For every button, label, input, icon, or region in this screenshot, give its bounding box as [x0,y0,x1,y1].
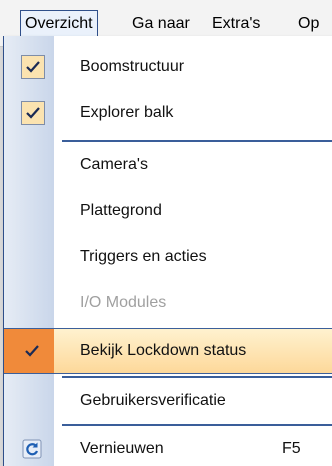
menubar-ga-naar[interactable]: Ga naar [128,12,194,36]
checkmark-icon [21,101,45,125]
menu-item-explorer-balk[interactable]: Explorer balk [4,92,332,134]
menu-item-label: Gebruikersverificatie [80,392,226,409]
menu-item-vernieuwen[interactable]: Vernieuwen F5 [4,428,332,466]
menubar-overzicht[interactable]: Overzicht [20,10,98,37]
menu-item-label: Boomstructuur [80,58,185,75]
menu-item-boomstructuur[interactable]: Boomstructuur [4,46,332,88]
menu-item-shortcut: F5 [282,440,301,457]
menu-item-label: Triggers en acties [80,248,207,265]
menubar-extras-label: Extra's [212,15,261,32]
menu-separator [62,140,332,142]
menu-item-io-modules: I/O Modules [4,282,332,324]
menubar-extras[interactable]: Extra's [208,12,264,36]
menu-item-label: Explorer balk [80,104,174,121]
menubar-ga-naar-label: Ga naar [132,15,190,32]
menu-item-label: I/O Modules [80,294,167,311]
menu-item-cameras[interactable]: Camera's [4,144,332,186]
menu-separator [62,424,332,426]
menu-item-plattegrond[interactable]: Plattegrond [4,190,332,232]
screen: Overzicht Ga naar Extra's Op Boomstructu… [0,0,332,466]
menu-item-label: Bekijk Lockdown status [80,342,247,359]
menu-item-label: Vernieuwen [80,440,164,457]
checkmark-icon [21,55,45,79]
overzicht-dropdown-menu: Boomstructuur Explorer balk Camera's Pla… [3,36,332,466]
menu-item-label: Camera's [80,156,148,173]
menubar-opties[interactable]: Op [294,12,323,36]
menu-item-label: Plattegrond [80,202,162,219]
menubar-overzicht-label: Overzicht [25,15,93,32]
menu-item-bekijk-lockdown-status[interactable]: Bekijk Lockdown status [4,328,332,374]
menubar-opties-label: Op [298,15,320,32]
menu-item-triggers-en-acties[interactable]: Triggers en acties [4,236,332,278]
checkmark-icon [21,340,45,364]
menu-item-gebruikersverificatie[interactable]: Gebruikersverificatie [4,380,332,422]
menu-separator [62,376,332,378]
refresh-icon [22,439,42,459]
